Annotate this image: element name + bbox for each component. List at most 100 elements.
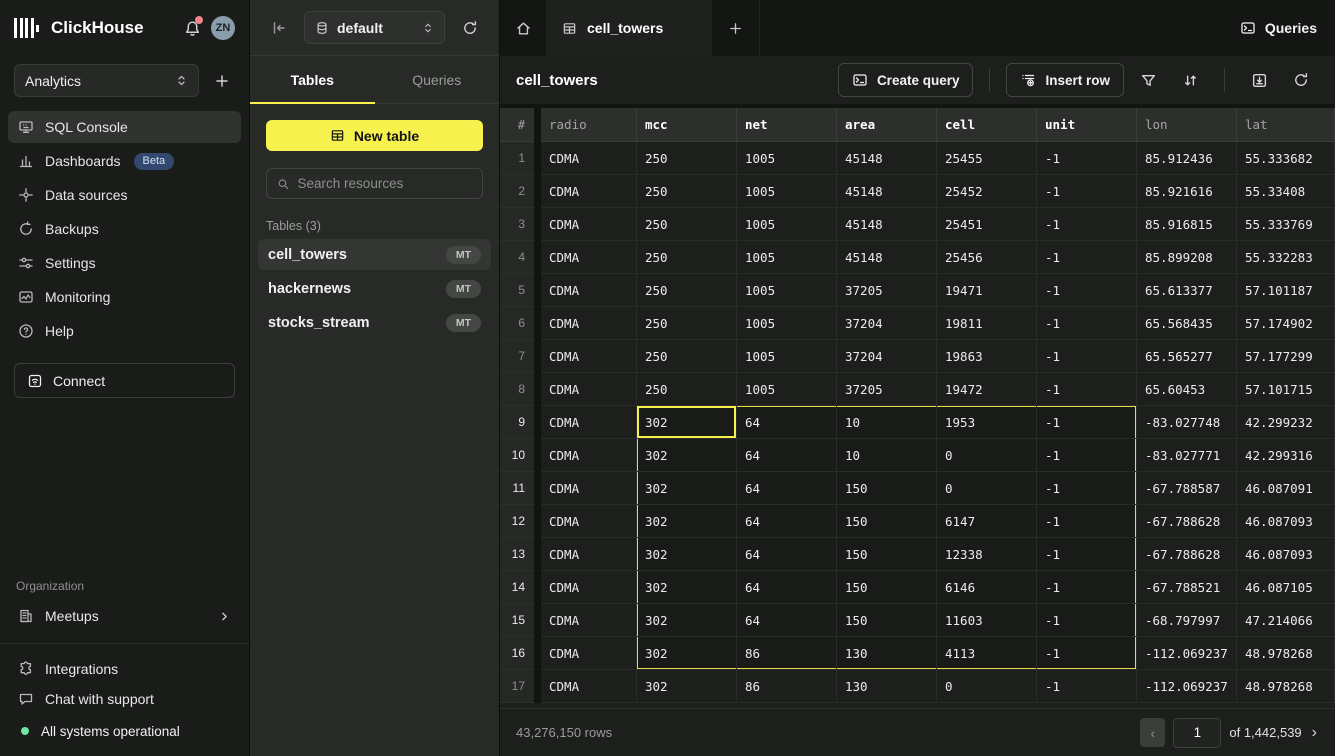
sidebar-item-settings[interactable]: Settings [8,247,241,279]
avatar[interactable]: ZN [211,16,235,40]
page-input[interactable] [1173,718,1221,748]
table-cell[interactable]: -68.797997 [1137,604,1237,637]
table-cell[interactable]: 64 [737,439,837,472]
table-cell[interactable]: -1 [1037,241,1137,274]
table-cell[interactable]: 42.299232 [1237,406,1335,439]
table-cell[interactable]: CDMA [541,373,637,406]
table-cell[interactable]: CDMA [541,505,637,538]
table-cell[interactable]: 302 [637,571,737,604]
sidebar-item-sql-console[interactable]: SQL Console [8,111,241,143]
add-service-button[interactable] [209,68,235,94]
table-cell[interactable]: 12338 [937,538,1037,571]
table-cell[interactable]: 4113 [937,637,1037,670]
table-cell[interactable]: CDMA [541,406,637,439]
sidebar-item-help[interactable]: Help [8,315,241,347]
row-number[interactable]: 16 [500,637,534,670]
table-cell[interactable]: 57.101187 [1237,274,1335,307]
table-cell[interactable]: 150 [837,472,937,505]
table-cell[interactable]: CDMA [541,538,637,571]
column-header-unit[interactable]: unit [1037,108,1137,142]
table-cell[interactable]: 55.333682 [1237,142,1335,175]
table-cell[interactable]: 1005 [737,175,837,208]
table-cell[interactable]: 6147 [937,505,1037,538]
row-number[interactable]: 3 [500,208,534,241]
table-cell[interactable]: 65.565277 [1137,340,1237,373]
table-cell[interactable]: -67.788628 [1137,505,1237,538]
table-cell[interactable]: 130 [837,670,937,703]
table-cell[interactable]: 85.899208 [1137,241,1237,274]
table-cell[interactable]: 250 [637,373,737,406]
table-cell[interactable]: 64 [737,406,837,439]
table-cell[interactable]: 1005 [737,373,837,406]
table-cell[interactable]: 150 [837,604,937,637]
table-cell[interactable]: -1 [1037,373,1137,406]
sidebar-item-monitoring[interactable]: Monitoring [8,281,241,313]
table-cell[interactable]: 11603 [937,604,1037,637]
table-cell[interactable]: -67.788521 [1137,571,1237,604]
table-cell[interactable]: 86 [737,670,837,703]
column-header-area[interactable]: area [837,108,937,142]
table-cell[interactable]: CDMA [541,604,637,637]
table-cell[interactable]: CDMA [541,175,637,208]
table-cell[interactable]: 57.177299 [1237,340,1335,373]
search-resources-input[interactable] [298,176,472,191]
refresh-table-button[interactable] [1283,63,1319,97]
row-number[interactable]: 7 [500,340,534,373]
table-cell[interactable]: CDMA [541,241,637,274]
table-cell[interactable]: CDMA [541,670,637,703]
table-cell[interactable]: -1 [1037,142,1137,175]
table-cell[interactable]: 250 [637,175,737,208]
table-cell[interactable]: 37205 [837,373,937,406]
table-cell[interactable]: CDMA [541,208,637,241]
prev-page-button[interactable]: ‹ [1140,718,1165,747]
table-cell[interactable]: 1005 [737,274,837,307]
table-cell[interactable]: -1 [1037,208,1137,241]
table-cell[interactable]: 0 [937,439,1037,472]
table-cell[interactable]: 37204 [837,307,937,340]
column-header-radio[interactable]: radio [541,108,637,142]
row-number[interactable]: 1 [500,142,534,175]
table-cell[interactable]: 10 [837,406,937,439]
row-number[interactable]: 10 [500,439,534,472]
table-cell[interactable]: -112.069237 [1137,637,1237,670]
notifications-bell-icon[interactable] [181,17,203,39]
filter-button[interactable] [1130,63,1166,97]
table-cell[interactable]: 46.087093 [1237,538,1335,571]
table-cell[interactable]: -1 [1037,340,1137,373]
table-cell[interactable]: 25456 [937,241,1037,274]
row-number[interactable]: 13 [500,538,534,571]
next-page-button[interactable]: › [1310,724,1319,742]
table-cell[interactable]: -83.027748 [1137,406,1237,439]
table-cell[interactable]: 85.912436 [1137,142,1237,175]
table-cell[interactable]: 1005 [737,307,837,340]
table-cell[interactable]: 1953 [937,406,1037,439]
table-cell[interactable]: 45148 [837,208,937,241]
table-cell[interactable]: 45148 [837,241,937,274]
table-cell[interactable]: 65.60453 [1137,373,1237,406]
table-cell[interactable]: 302 [637,604,737,637]
table-cell[interactable]: 6146 [937,571,1037,604]
table-cell[interactable]: CDMA [541,142,637,175]
table-cell[interactable]: -1 [1037,505,1137,538]
row-number[interactable]: 9 [500,406,534,439]
table-cell[interactable]: -67.788587 [1137,472,1237,505]
table-cell[interactable]: -1 [1037,472,1137,505]
column-header-lon[interactable]: lon [1137,108,1237,142]
column-header-cell[interactable]: cell [937,108,1037,142]
table-cell[interactable]: -112.069237 [1137,670,1237,703]
table-cell[interactable]: 302 [637,637,737,670]
table-cell[interactable]: 64 [737,604,837,637]
table-cell[interactable]: -83.027771 [1137,439,1237,472]
table-cell[interactable]: CDMA [541,439,637,472]
table-cell[interactable]: -1 [1037,538,1137,571]
column-header-net[interactable]: net [737,108,837,142]
table-cell[interactable]: 55.33408 [1237,175,1335,208]
create-query-button[interactable]: Create query [838,63,974,97]
sidebar-item-meetups[interactable]: Meetups [8,599,241,633]
sort-button[interactable] [1172,63,1208,97]
connect-button[interactable]: Connect [14,363,235,398]
table-cell[interactable]: 150 [837,571,937,604]
table-cell[interactable]: 19471 [937,274,1037,307]
table-cell[interactable]: 64 [737,571,837,604]
database-select[interactable]: default [304,11,445,44]
